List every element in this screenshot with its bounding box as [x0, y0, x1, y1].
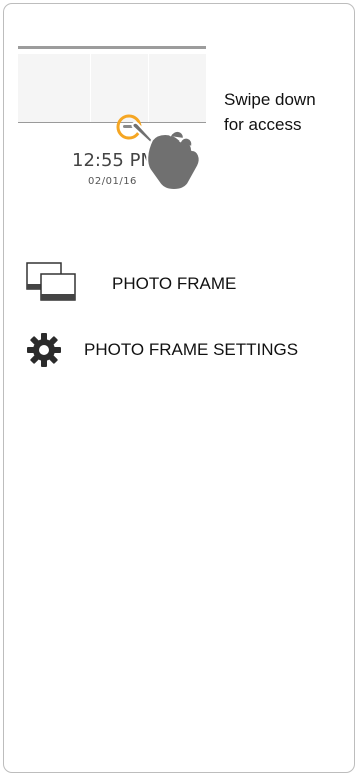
hint-line: for access [224, 115, 302, 134]
menu-item-photo-frame[interactable]: PHOTO FRAME [26, 262, 236, 306]
hint-line: Swipe down [224, 90, 316, 109]
swipe-hint-text: Swipe down for access [224, 87, 344, 137]
photo-frame-icon [26, 262, 76, 301]
status-bar [18, 46, 206, 49]
menu-item-label: PHOTO FRAME [112, 274, 237, 293]
swipe-hand-icon [116, 114, 201, 191]
menu-item-label: PHOTO FRAME SETTINGS [84, 340, 299, 359]
gear-icon [27, 333, 61, 367]
panel-divider [90, 54, 91, 122]
instruction-card: 12:55 PM 02/01/16 Swipe down for access … [3, 3, 355, 773]
menu-item-photo-frame-settings[interactable]: PHOTO FRAME SETTINGS [26, 328, 298, 372]
swipe-down-illustration: 12:55 PM 02/01/16 [18, 46, 208, 196]
